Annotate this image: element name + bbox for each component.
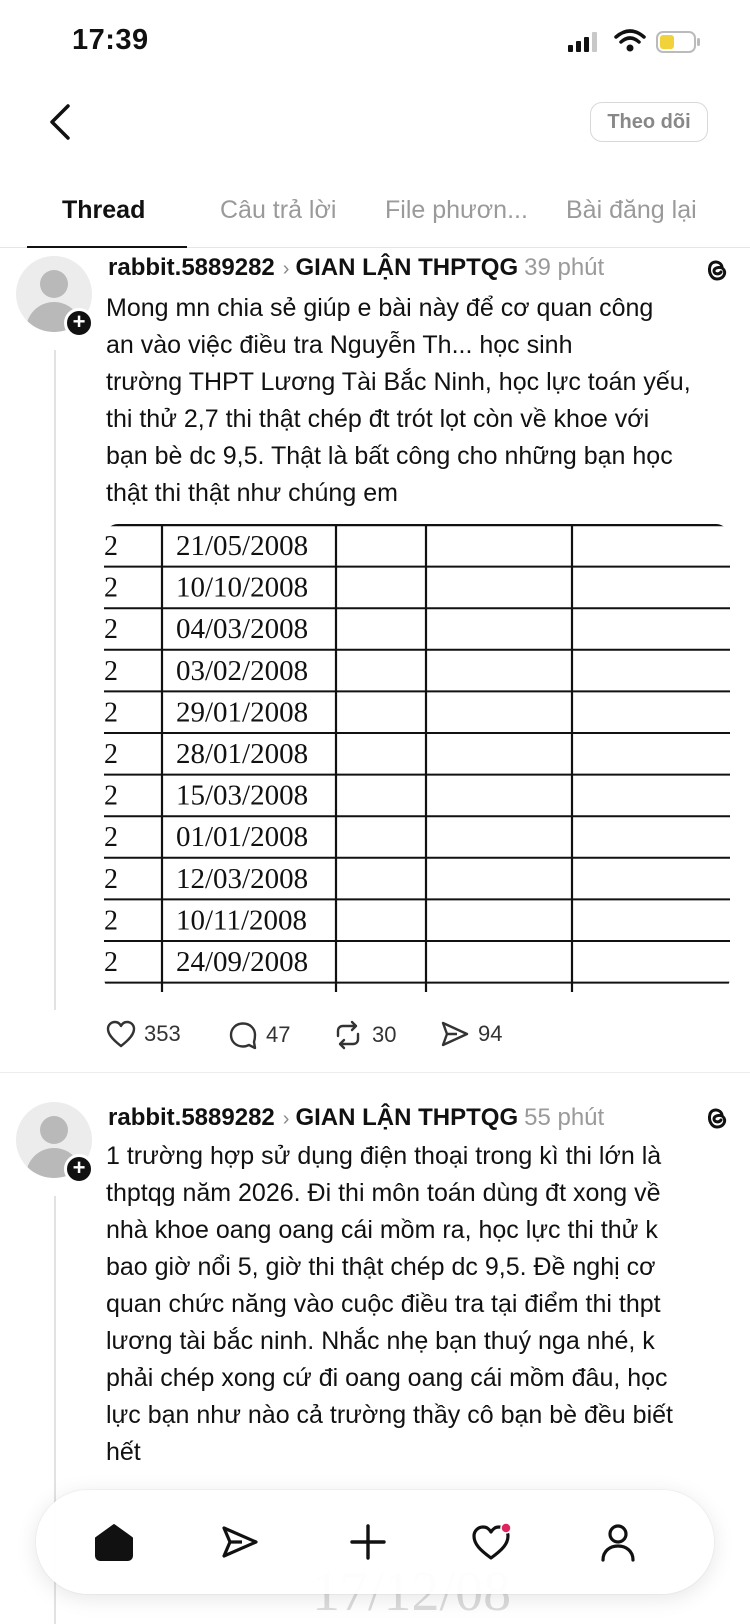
share-icon [441,1021,469,1047]
table-cell-col1: 2 [104,656,118,687]
post-image[interactable]: 2 21/05/2008 2 10/10/2008 2 04/03/2008 2 03/02/… [104,524,730,992]
post-time: 39 phút [524,254,605,281]
like-button[interactable]: 353 [106,1020,181,1048]
send-icon [222,1526,258,1558]
community-name[interactable]: GIAN LẬN THPTQG [295,1104,518,1131]
table-cell-date: 10/10/2008 [176,572,308,604]
repost-count: 30 [372,1022,397,1047]
username[interactable]: rabbit.5889282 [108,1104,275,1131]
table-cell-col1: 2 [104,573,118,604]
tab-thread[interactable]: Thread [62,196,145,225]
tab-media[interactable]: File phươn... [385,196,528,225]
post-text-line: Mong mn chia sẻ giúp e bài này để cơ qua… [106,294,654,322]
post-time: 55 phút [524,1104,605,1131]
follow-plus-icon[interactable]: + [64,1154,94,1184]
post-text-line: lương tài bắc ninh. Nhắc nhẹ bạn thuý ng… [106,1327,655,1355]
post-text-line: quan chức năng vào cuộc điều tra tại điể… [106,1290,661,1318]
post-text-line: hết [106,1438,141,1466]
post-meta: rabbit.5889282 › GIAN LẬN THPTQG 39 phút [108,254,604,282]
username[interactable]: rabbit.5889282 [108,254,275,281]
cellular-signal-icon [568,32,597,52]
threads-logo-icon [708,1108,727,1129]
nav-new-post[interactable] [340,1514,396,1570]
table-cell-date: 21/05/2008 [176,530,308,562]
avatar-head [40,270,68,298]
table-cell-col1: 2 [104,864,118,895]
table-cell-col1: 2 [104,739,118,770]
nav-activity[interactable] [464,1514,520,1570]
tab-replies[interactable]: Câu trả lời [220,196,336,225]
plus-icon [350,1524,386,1560]
post-text-line: thptqg năm 2026. Đi thi môn toán dùng đt… [106,1179,661,1207]
repost-button[interactable]: 30 [332,1020,396,1050]
profile-tabs: Thread Câu trả lời File phươn... Bài đăn… [0,190,750,250]
comment-button[interactable]: 47 [228,1020,290,1050]
table-cell-date: 10/11/2008 [176,904,307,936]
table-cell-date: 01/01/2008 [176,821,308,853]
like-count: 353 [144,1021,181,1046]
follow-plus-icon[interactable]: + [64,308,94,338]
post-text-line: trường THPT Lương Tài Bắc Ninh, học lực … [106,368,691,396]
post-text-line: an vào việc điều tra Nguyễn Th... học si… [106,331,573,359]
post-text: Mong mn chia sẻ giúp e bài này để cơ qua… [106,290,716,512]
nav-profile[interactable] [590,1514,646,1570]
nav-send[interactable] [212,1514,268,1570]
table-cell-col1: 2 [104,822,118,853]
person-icon [601,1524,635,1562]
community-name[interactable]: GIAN LẬN THPTQG [295,254,518,281]
share-count: 94 [478,1021,503,1046]
table-cell-date: 15/03/2008 [176,780,308,812]
table-cell-col1: 2 [104,781,118,812]
table-cell-col1: 2 [104,697,118,728]
wifi-icon [614,29,646,52]
table-cell-col1: 2 [104,614,118,645]
tab-reposts[interactable]: Bài đăng lại [566,196,697,225]
table-cell-date: 03/02/2008 [176,655,308,687]
threads-logo-icon [708,260,727,281]
heart-icon [472,1522,512,1560]
post-text: 1 trường hợp sử dụng điện thoại trong kì… [106,1138,716,1471]
table-cell-date: 29/01/2008 [176,696,308,728]
thread-connector-line [54,350,56,1010]
chevron-right-icon: › [282,258,290,280]
table-cell-col1: 2 [104,947,118,978]
status-time: 17:39 [72,24,149,56]
chevron-right-icon: › [282,1108,290,1130]
post-meta: rabbit.5889282 › GIAN LẬN THPTQG 55 phút [108,1104,604,1132]
post-divider [0,1072,750,1073]
nav-home[interactable] [86,1514,142,1570]
table-cell-col1: 2 [104,531,118,562]
scanned-table: 2 21/05/2008 2 10/10/2008 2 04/03/2008 2 03/02/… [104,524,730,992]
table-cell-date: 04/03/2008 [176,613,308,645]
follow-button[interactable]: Theo dõi [590,102,708,142]
post-text-line: nhà khoe oang oang cái mồm ra, học lực t… [106,1216,658,1244]
home-icon [95,1524,133,1561]
comment-icon [229,1022,257,1050]
repost-icon [336,1020,360,1050]
post-text-line: thi thử 2,7 thi thật chép đt trót lọt cò… [106,405,650,433]
battery-icon [656,31,700,53]
back-chevron-icon[interactable] [40,100,80,144]
avatar-head [40,1116,68,1144]
table-cell-date: 24/09/2008 [176,946,308,978]
post-text-line: thật thi thật như chúng em [106,479,398,507]
table-cell-col1: 2 [104,905,118,936]
table-cell-date: 28/01/2008 [176,738,308,770]
bottom-nav-bar [36,1490,714,1594]
post-text-line: bao giờ nổi 5, giờ thi thật chép dc 9,5.… [106,1253,656,1281]
active-tab-indicator [27,246,187,248]
post-text-line: lực bạn như nào cả trường thầy cô bạn bè… [106,1401,673,1429]
share-button[interactable]: 94 [440,1020,502,1048]
post-text-line: 1 trường hợp sử dụng điện thoại trong kì… [106,1142,662,1170]
status-bar: 17:39 [0,0,750,90]
table-cell-date: 12/03/2008 [176,863,308,895]
comment-count: 47 [266,1022,291,1047]
heart-icon [106,1020,136,1048]
post-text-line: bạn bè dc 9,5. Thật là bất công cho nhữn… [106,442,673,470]
post-text-line: phải chép xong cứ đi oang oang cái mồm đ… [106,1364,668,1392]
